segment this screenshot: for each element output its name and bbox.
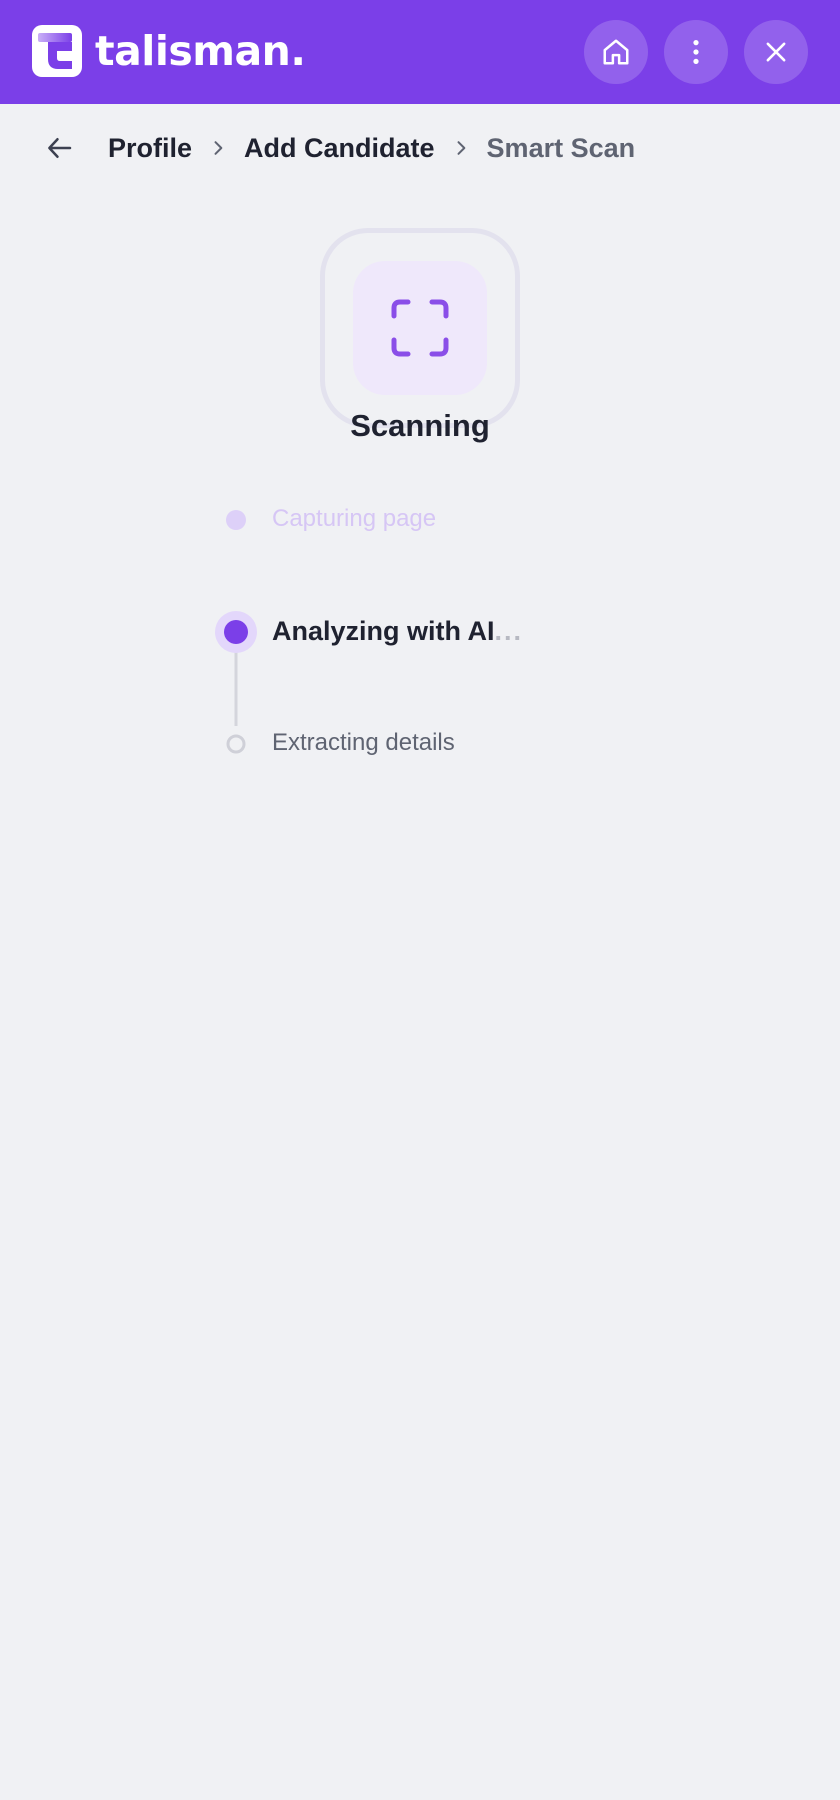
- step-active-dot: [224, 620, 248, 644]
- brand-logo: talisman.: [32, 25, 306, 77]
- app-header: talisman.: [0, 0, 840, 104]
- back-button[interactable]: [40, 128, 80, 168]
- step-capturing-page: Capturing page: [272, 505, 437, 532]
- step-extracting-details: Extracting details: [272, 729, 455, 756]
- home-button[interactable]: [584, 20, 648, 84]
- chevron-right-icon: [192, 128, 244, 168]
- scan-status-title: Scanning: [350, 408, 490, 443]
- scan-frame-icon: [391, 299, 449, 357]
- step-pending-dot: [226, 734, 246, 754]
- breadcrumb-smart-scan: Smart Scan: [486, 132, 636, 163]
- more-options-button[interactable]: [664, 20, 728, 84]
- step-done-dot: [226, 510, 246, 530]
- arrow-left-icon: [48, 138, 72, 158]
- scan-icon-tile: [353, 261, 487, 395]
- step-active-label: Analyzing with AI: [272, 616, 495, 646]
- step-active-halo: [215, 611, 257, 653]
- breadcrumb-add-candidate[interactable]: Add Candidate: [244, 133, 435, 164]
- vertical-dots-icon: [693, 40, 699, 64]
- step-analyzing-with-ai: Analyzing with AI...: [272, 616, 523, 647]
- brand-name: talisman.: [95, 27, 306, 75]
- home-icon: [603, 39, 629, 65]
- breadcrumb-profile[interactable]: Profile: [108, 133, 192, 164]
- chevron-right-icon: [435, 128, 487, 168]
- close-button[interactable]: [744, 20, 808, 84]
- breadcrumb: Profile Add Candidate Smart Scan: [40, 126, 635, 170]
- loading-dots: ...: [494, 616, 524, 646]
- close-icon: [766, 42, 786, 62]
- talisman-logo-icon: [32, 25, 82, 77]
